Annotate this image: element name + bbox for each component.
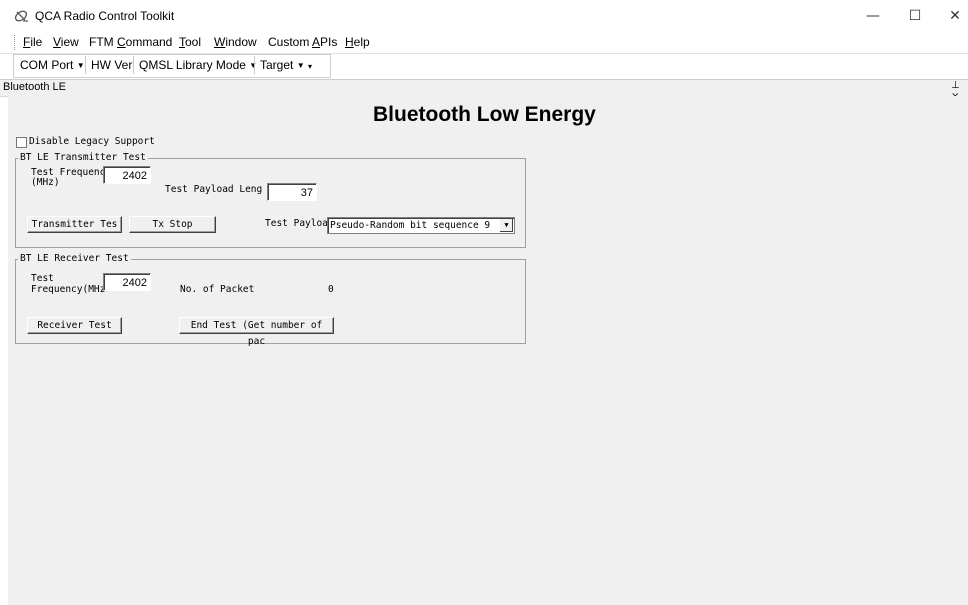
tx-frequency-unit-label: (MHz) [31,177,60,188]
toolbar-separator [254,56,255,74]
menu-custom-apis[interactable]: Custom APIs [268,35,337,49]
transmitter-test-button[interactable]: Transmitter Tes [27,216,122,233]
packets-value: 0 [328,284,334,295]
payload-type-select[interactable]: Pseudo-Random bit sequence 9 ▼ [327,217,515,234]
tx-stop-button[interactable]: Tx Stop [129,216,216,233]
payload-length-input[interactable]: 37 [267,183,317,201]
qmsl-mode-dropdown[interactable]: QMSL Library Mode ▼ [139,58,257,72]
window-title: QCA Radio Control Toolkit [35,9,175,23]
target-dropdown[interactable]: Target ▼ ▾ [260,58,312,72]
payload-type-label: Test Payloa [265,218,328,229]
rx-frequency-input[interactable]: 2402 [103,273,151,291]
disable-legacy-checkbox[interactable] [16,137,27,148]
menu-window[interactable]: Window [214,35,257,49]
end-test-button[interactable]: End Test (Get number of pac [179,317,334,347]
menu-grip[interactable] [14,35,18,50]
packets-label: No. of Packet [180,284,255,295]
maximize-button[interactable]: ☐ [900,6,930,26]
menu-help[interactable]: Help [345,35,370,49]
hw-ver-button[interactable]: HW Ver [91,58,132,72]
receiver-legend: BT LE Receiver Test [18,253,131,264]
minimize-button[interactable]: — [858,6,888,26]
menu-view[interactable]: View [53,35,79,49]
receiver-test-button[interactable]: Receiver Test [27,317,122,334]
payload-length-label: Test Payload Leng [165,184,263,195]
tx-frequency-input[interactable]: 2402 [103,166,151,184]
rx-frequency-label: Test [31,273,54,284]
chevron-down-icon[interactable]: ▼ [499,219,513,232]
com-port-dropdown[interactable]: COM Port ▼ [20,58,85,72]
menu-tool[interactable]: Tool [179,35,201,49]
toolbar-separator [133,56,134,74]
panel-title: Bluetooth LE [3,81,66,93]
chevron-down-icon: ▼ [296,61,305,70]
page-heading: Bluetooth Low Energy [373,103,596,126]
disable-legacy-label: Disable Legacy Support [29,136,155,147]
satellite-dish-icon [14,10,28,22]
panel-title-bar [0,79,968,97]
menu-ftm-command[interactable]: FTM Command [89,35,172,49]
transmitter-legend: BT LE Transmitter Test [18,152,148,163]
close-button[interactable]: ✕ [940,6,968,26]
rx-frequency-unit-label: Frequency(MHz [31,284,106,295]
menu-file[interactable]: File [23,35,42,49]
payload-type-value: Pseudo-Random bit sequence 9 [330,220,491,231]
chevron-down-icon: ▼ [76,61,85,70]
toolbar-separator [85,56,86,74]
